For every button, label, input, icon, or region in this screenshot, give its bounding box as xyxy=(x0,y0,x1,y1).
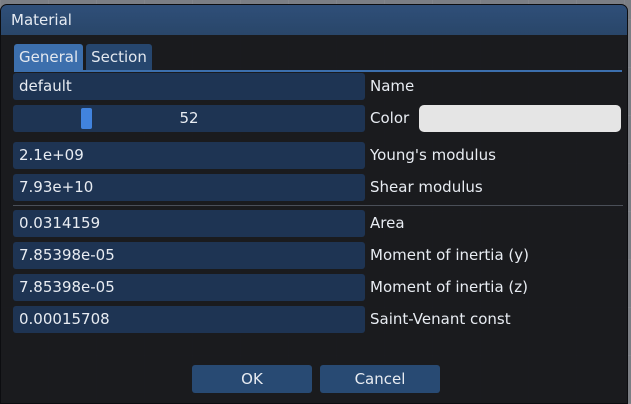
youngs-modulus-label: Young's modulus xyxy=(370,146,496,164)
color-slider-value: 52 xyxy=(179,109,199,127)
moment-y-row: 7.85398e-05 Moment of inertia (y) xyxy=(13,242,623,269)
section-separator xyxy=(13,205,623,206)
area-label: Area xyxy=(370,214,405,232)
color-label: Color xyxy=(370,109,410,127)
color-slider[interactable]: 52 xyxy=(13,105,365,132)
material-dialog: Material General Section default Name 52… xyxy=(0,4,628,404)
area-field[interactable]: 0.0314159 xyxy=(13,210,365,237)
tab-underline xyxy=(14,70,622,72)
tab-general[interactable]: General xyxy=(14,44,84,70)
name-field[interactable]: default xyxy=(13,73,365,100)
dialog-title: Material xyxy=(11,11,72,29)
name-label: Name xyxy=(370,77,415,95)
cancel-button[interactable]: Cancel xyxy=(320,365,440,393)
tab-section[interactable]: Section xyxy=(86,44,152,70)
shear-modulus-field[interactable]: 7.93e+10 xyxy=(13,174,365,201)
youngs-modulus-field[interactable]: 2.1e+09 xyxy=(13,142,365,169)
moment-z-label: Moment of inertia (z) xyxy=(370,278,528,296)
color-row: 52 Color xyxy=(13,105,623,132)
saint-venant-row: 0.00015708 Saint-Venant const xyxy=(13,306,623,333)
area-row: 0.0314159 Area xyxy=(13,210,623,237)
color-swatch[interactable] xyxy=(419,105,621,132)
moment-z-row: 7.85398e-05 Moment of inertia (z) xyxy=(13,274,623,301)
tab-bar: General Section xyxy=(14,44,152,70)
shear-modulus-label: Shear modulus xyxy=(370,178,483,196)
dialog-titlebar[interactable]: Material xyxy=(1,5,627,35)
saint-venant-field[interactable]: 0.00015708 xyxy=(13,306,365,333)
name-row: default Name xyxy=(13,73,623,100)
moment-z-field[interactable]: 7.85398e-05 xyxy=(13,274,365,301)
shear-modulus-row: 7.93e+10 Shear modulus xyxy=(13,174,623,201)
youngs-modulus-row: 2.1e+09 Young's modulus xyxy=(13,142,623,169)
moment-y-label: Moment of inertia (y) xyxy=(370,246,530,264)
ok-button[interactable]: OK xyxy=(192,365,312,393)
saint-venant-label: Saint-Venant const xyxy=(370,310,511,328)
moment-y-field[interactable]: 7.85398e-05 xyxy=(13,242,365,269)
